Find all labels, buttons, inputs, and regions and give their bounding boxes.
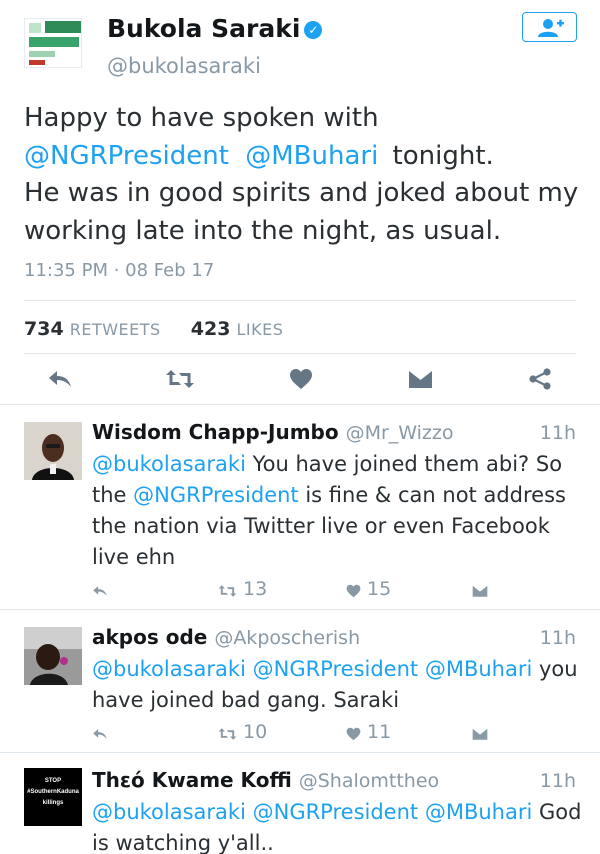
- tweet-text-line: tonight.: [384, 140, 494, 171]
- mention-link[interactable]: @MBuhari: [425, 800, 532, 824]
- reply-author-name[interactable]: Wisdom Chapp-Jumbo: [92, 420, 339, 444]
- reply-tweet[interactable]: Wisdom Chapp-Jumbo @Mr_Wizzo 11h @bukola…: [0, 404, 600, 609]
- mention-link[interactable]: @NGRPresident: [133, 483, 299, 507]
- avatar-caption: STOP #SouthernKaduna killings: [24, 776, 82, 809]
- mention-link[interactable]: @MBuhari: [425, 657, 532, 681]
- reply-author-name[interactable]: akpos ode: [92, 625, 207, 649]
- mention-link[interactable]: @bukolasaraki: [92, 800, 246, 824]
- avatar-text: STOP: [44, 778, 62, 784]
- avatar-text: killings: [42, 800, 64, 806]
- reply-text: @bukolasaraki @NGRPresident @MBuhari you…: [92, 654, 582, 716]
- reply-time: 11h: [539, 627, 576, 649]
- like-count: 11: [367, 721, 392, 743]
- tweet-body: Happy to have spoken with @NGRPresident …: [24, 100, 584, 250]
- reply-author[interactable]: akpos ode @Akposcherish: [92, 625, 360, 649]
- retweet-button[interactable]: 10: [218, 721, 267, 743]
- like-count: 15: [367, 578, 392, 600]
- reply-author[interactable]: Thεό Kwame Koffi @Shalomttheo: [92, 768, 439, 792]
- reply-tweet[interactable]: akpos ode @Akposcherish 11h @bukolasarak…: [0, 609, 600, 752]
- author-handle[interactable]: @bukolasaraki: [107, 54, 261, 78]
- avatar-photo: [24, 627, 82, 685]
- mention-link[interactable]: @NGRPresident: [253, 657, 419, 681]
- direct-message-icon[interactable]: [408, 368, 433, 390]
- mention-link[interactable]: @NGRPresident: [24, 141, 229, 171]
- follow-button[interactable]: [522, 12, 577, 42]
- tweet-text-line: Happy to have spoken with: [24, 103, 379, 133]
- tweet-action-bar: [0, 362, 600, 396]
- heart-icon[interactable]: [289, 368, 313, 390]
- reply-action-bar: 13 15: [92, 578, 492, 600]
- reply-icon: [93, 729, 107, 739]
- reply-icon[interactable]: [47, 368, 73, 390]
- mention-link[interactable]: @MBuhari: [245, 141, 378, 171]
- retweet-count: 13: [243, 578, 268, 600]
- retweet-label: RETWEETS: [69, 320, 161, 339]
- avatar-photo: [24, 422, 82, 480]
- like-button[interactable]: 11: [346, 721, 391, 743]
- reply-author-name[interactable]: Thεό Kwame Koffi: [92, 768, 292, 792]
- tweet-header: Bukola Saraki ✓ @bukolasaraki: [0, 0, 600, 90]
- dm-button[interactable]: [472, 578, 494, 600]
- mention-link[interactable]: @NGRPresident: [253, 800, 419, 824]
- dm-button[interactable]: [472, 721, 494, 743]
- avatar[interactable]: [24, 422, 82, 480]
- reply-time: 11h: [539, 422, 576, 444]
- add-user-icon: [538, 19, 564, 37]
- heart-icon: [346, 584, 361, 598]
- like-label: LIKES: [236, 320, 284, 339]
- divider: [24, 353, 576, 354]
- mention-link[interactable]: @bukolasaraki: [92, 452, 246, 476]
- author-avatar[interactable]: [24, 18, 82, 68]
- direct-message-icon: [472, 584, 488, 597]
- reply-text: @bukolasaraki You have joined them abi? …: [92, 449, 582, 573]
- reply-author-handle[interactable]: @Mr_Wizzo: [346, 422, 454, 444]
- reply-author[interactable]: Wisdom Chapp-Jumbo @Mr_Wizzo: [92, 420, 454, 444]
- author-display-name[interactable]: Bukola Saraki ✓: [107, 14, 323, 43]
- reply-author-handle[interactable]: @Shalomttheo: [299, 770, 439, 792]
- tweet-stats: 734 RETWEETS 423 LIKES: [24, 318, 576, 340]
- heart-icon: [346, 727, 361, 741]
- direct-message-icon: [472, 727, 488, 740]
- avatar[interactable]: STOP #SouthernKaduna killings: [24, 768, 82, 826]
- reply-time: 11h: [539, 770, 576, 792]
- like-count[interactable]: 423: [191, 318, 231, 340]
- divider: [24, 300, 576, 301]
- avatar-text: #SouthernKaduna: [27, 789, 79, 795]
- reply-button[interactable]: [92, 578, 114, 600]
- reply-button[interactable]: [92, 721, 114, 743]
- retweet-count[interactable]: 734: [24, 318, 64, 340]
- reply-icon: [93, 586, 107, 596]
- verified-badge-icon: ✓: [304, 21, 323, 39]
- author-name-text[interactable]: Bukola Saraki: [107, 14, 300, 43]
- retweet-icon: [218, 585, 237, 597]
- tweet-text-line: He was in good spirits and joked about m…: [24, 178, 579, 246]
- mention-link[interactable]: @bukolasaraki: [92, 657, 246, 681]
- retweet-icon: [218, 728, 237, 740]
- reply-tweet[interactable]: STOP #SouthernKaduna killings Thεό Kwame…: [0, 752, 600, 854]
- reply-author-handle[interactable]: @Akposcherish: [214, 627, 360, 649]
- retweet-count: 10: [243, 721, 268, 743]
- tweet-timestamp: 11:35 PM · 08 Feb 17: [24, 260, 215, 281]
- retweet-button[interactable]: 13: [218, 578, 267, 600]
- avatar[interactable]: [24, 627, 82, 685]
- share-icon[interactable]: [528, 368, 552, 390]
- like-button[interactable]: 15: [346, 578, 391, 600]
- retweet-icon[interactable]: [165, 368, 195, 390]
- reply-text: @bukolasaraki @NGRPresident @MBuhari God…: [92, 797, 582, 854]
- reply-action-bar: 10 11: [92, 721, 492, 743]
